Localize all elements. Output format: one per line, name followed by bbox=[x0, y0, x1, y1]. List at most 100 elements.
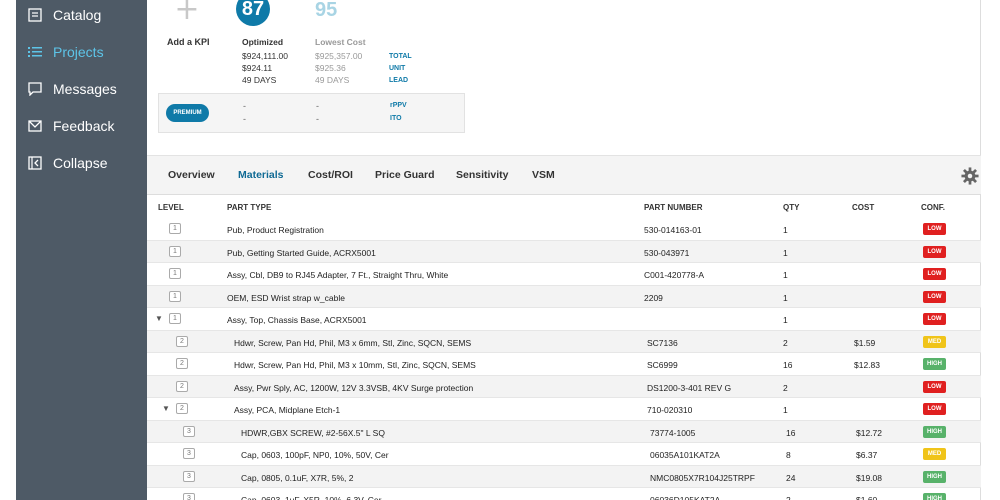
confidence-badge: HIGH bbox=[923, 358, 946, 370]
table-row[interactable]: 3 Cap, 0603, 100pF, NP0, 10%, 50V, Cer 060… bbox=[147, 443, 981, 466]
part-type-cell: Assy, Pwr Sply, AC, 1200W, 12V 3.3VSB, 4… bbox=[234, 382, 474, 393]
optimized-total: $924,111.00 bbox=[242, 51, 289, 61]
table-row[interactable]: 1 OEM, ESD Wrist strap w_cable 2209 1 LOW bbox=[147, 285, 981, 308]
premium-metrics-box: PREMIUM - - - - rPPV ITO bbox=[158, 93, 465, 133]
level-badge: 1 bbox=[169, 313, 181, 324]
qty-cell: 1 bbox=[783, 225, 788, 235]
table-row[interactable]: 2 Hdwr, Screw, Pan Hd, Phil, M3 x 6mm, St… bbox=[147, 330, 981, 353]
premium-badge[interactable]: PREMIUM bbox=[166, 104, 209, 122]
table-body: 1 Pub, Product Registration 530-014163-01 1… bbox=[147, 218, 981, 500]
mail-icon bbox=[28, 119, 42, 132]
part-number-cell: 530-043971 bbox=[644, 247, 690, 258]
table-row[interactable]: 3 Cap, 0805, 0.1uF, X7R, 5%, 2 NMC0805X7R1… bbox=[147, 465, 981, 488]
sidebar-item-catalog[interactable]: Catalog bbox=[16, 0, 147, 33]
cost-cell: $6.37 bbox=[856, 450, 878, 460]
qty-cell: 16 bbox=[783, 360, 793, 370]
sidebar-item-feedback[interactable]: Feedback bbox=[16, 107, 147, 144]
main-panel: + Add a KPI 87 95 Optimized $924,111.00 … bbox=[147, 0, 981, 500]
sidebar-item-projects[interactable]: Projects bbox=[16, 33, 147, 70]
level-badge: 2 bbox=[176, 403, 188, 414]
part-type-cell: Assy, Cbl, DB9 to RJ45 Adapter, 7 Ft., S… bbox=[227, 270, 449, 280]
qty-cell: 1 bbox=[783, 247, 788, 258]
add-kpi-button[interactable]: + bbox=[167, 0, 207, 25]
confidence-badge: LOW bbox=[923, 290, 946, 303]
total-tag: TOTAL bbox=[389, 53, 412, 60]
level-badge: 3 bbox=[183, 425, 195, 437]
cost-cell: $12.83 bbox=[854, 360, 880, 370]
tab-price-guard[interactable]: Price Guard bbox=[375, 169, 435, 181]
tab-sensitivity[interactable]: Sensitivity bbox=[456, 169, 509, 181]
table-row[interactable]: ▼ 2 Assy, PCA, Midplane Etch-1 710-020310 1 L… bbox=[147, 398, 981, 421]
qty-cell: 2 bbox=[783, 382, 788, 393]
rppv-tag: rPPV bbox=[390, 102, 407, 109]
confidence-badge: LOW bbox=[923, 268, 946, 280]
qty-cell: 1 bbox=[783, 315, 788, 325]
table-row[interactable]: 3 HDWR,GBX SCREW, #2-56X.5" L SQ 73774-100… bbox=[147, 420, 981, 443]
tab-overview[interactable]: Overview bbox=[168, 169, 215, 181]
level-badge: 2 bbox=[176, 380, 188, 392]
confidence-badge: LOW bbox=[923, 313, 946, 325]
confidence-badge: LOW bbox=[923, 245, 946, 258]
gear-icon[interactable] bbox=[961, 167, 979, 185]
col-part-type[interactable]: PART TYPE bbox=[227, 203, 271, 212]
qty-cell: 24 bbox=[786, 472, 796, 483]
tab-materials[interactable]: Materials bbox=[238, 169, 284, 181]
expand-caret-icon[interactable]: ▼ bbox=[162, 404, 170, 413]
expand-caret-icon[interactable]: ▼ bbox=[155, 314, 163, 323]
table-row[interactable]: 3 Cap, 0603, 1uF, X5R, 10%, 6.3V, Cer 0603… bbox=[147, 488, 981, 500]
part-type-cell: Pub, Product Registration bbox=[227, 225, 324, 235]
list-icon bbox=[28, 46, 42, 57]
unit-tag: UNIT bbox=[389, 65, 406, 72]
optimized-unit: $924.11 bbox=[242, 63, 273, 73]
qty-cell: 8 bbox=[786, 450, 791, 460]
table-row[interactable]: 1 Pub, Product Registration 530-014163-01 1… bbox=[147, 218, 981, 241]
part-number-cell: 710-020310 bbox=[647, 405, 693, 415]
collapse-icon bbox=[28, 155, 42, 170]
tab-vsm[interactable]: VSM bbox=[532, 169, 555, 181]
sidebar-item-messages[interactable]: Messages bbox=[16, 70, 147, 107]
col-level[interactable]: LEVEL bbox=[158, 203, 184, 212]
part-number-cell: SC7136 bbox=[647, 337, 678, 348]
table-row[interactable]: 1 Assy, Cbl, DB9 to RJ45 Adapter, 7 Ft., … bbox=[147, 263, 981, 286]
sidebar: Catalog Projects Messages Feedback Colla… bbox=[16, 0, 147, 500]
lowest-ito: - bbox=[316, 114, 319, 124]
level-badge: 1 bbox=[169, 245, 181, 257]
optimized-score: 87 bbox=[236, 0, 270, 26]
sidebar-item-label: Projects bbox=[53, 43, 104, 60]
part-type-cell: Assy, PCA, Midplane Etch-1 bbox=[234, 405, 341, 415]
part-type-cell: Hdwr, Screw, Pan Hd, Phil, M3 x 10mm, St… bbox=[234, 360, 476, 370]
level-badge: 1 bbox=[169, 223, 181, 234]
qty-cell: 1 bbox=[783, 270, 788, 280]
part-number-cell: C001-420778-A bbox=[644, 270, 705, 280]
tab-cost-roi[interactable]: Cost/ROI bbox=[308, 169, 353, 181]
part-number-cell: SC6999 bbox=[647, 360, 678, 370]
level-badge: 1 bbox=[169, 290, 181, 302]
part-number-cell: 73774-1005 bbox=[650, 427, 696, 438]
col-part-number[interactable]: PART NUMBER bbox=[644, 203, 703, 212]
part-type-cell: OEM, ESD Wrist strap w_cable bbox=[227, 292, 345, 303]
table-row[interactable]: 1 Pub, Getting Started Guide, ACRX5001 530… bbox=[147, 240, 981, 263]
cost-cell: $1.60 bbox=[856, 495, 878, 500]
part-number-cell: NMC0805X7R104J25TRPF bbox=[650, 472, 755, 483]
cost-cell: $12.72 bbox=[856, 427, 882, 438]
lowest-unit: $925.36 bbox=[315, 63, 346, 73]
confidence-badge: HIGH bbox=[923, 493, 946, 500]
lowest-lead: 49 DAYS bbox=[315, 75, 350, 85]
confidence-badge: HIGH bbox=[923, 470, 946, 483]
qty-cell: 1 bbox=[783, 405, 788, 415]
part-number-cell: 2209 bbox=[644, 292, 663, 303]
table-row[interactable]: ▼ 1 Assy, Top, Chassis Base, ACRX5001 1 LOW bbox=[147, 308, 981, 331]
part-type-cell: Assy, Top, Chassis Base, ACRX5001 bbox=[227, 315, 367, 325]
table-row[interactable]: 2 Assy, Pwr Sply, AC, 1200W, 12V 3.3VSB, … bbox=[147, 375, 981, 398]
col-conf[interactable]: CONF. bbox=[921, 203, 945, 212]
lowest-cost-label: Lowest Cost bbox=[315, 37, 366, 47]
level-badge: 1 bbox=[169, 268, 181, 279]
col-qty[interactable]: QTY bbox=[783, 203, 799, 212]
lead-tag: LEAD bbox=[389, 77, 409, 84]
table-header: LEVEL PART TYPE PART NUMBER QTY COST CON… bbox=[147, 203, 981, 217]
table-row[interactable]: 2 Hdwr, Screw, Pan Hd, Phil, M3 x 10mm, S… bbox=[147, 353, 981, 376]
optimized-column: Optimized $924,111.00 $924.11 49 DAYS bbox=[242, 36, 288, 86]
col-cost[interactable]: COST bbox=[852, 203, 874, 212]
sidebar-item-collapse[interactable]: Collapse bbox=[16, 144, 147, 181]
catalog-icon bbox=[28, 7, 42, 22]
